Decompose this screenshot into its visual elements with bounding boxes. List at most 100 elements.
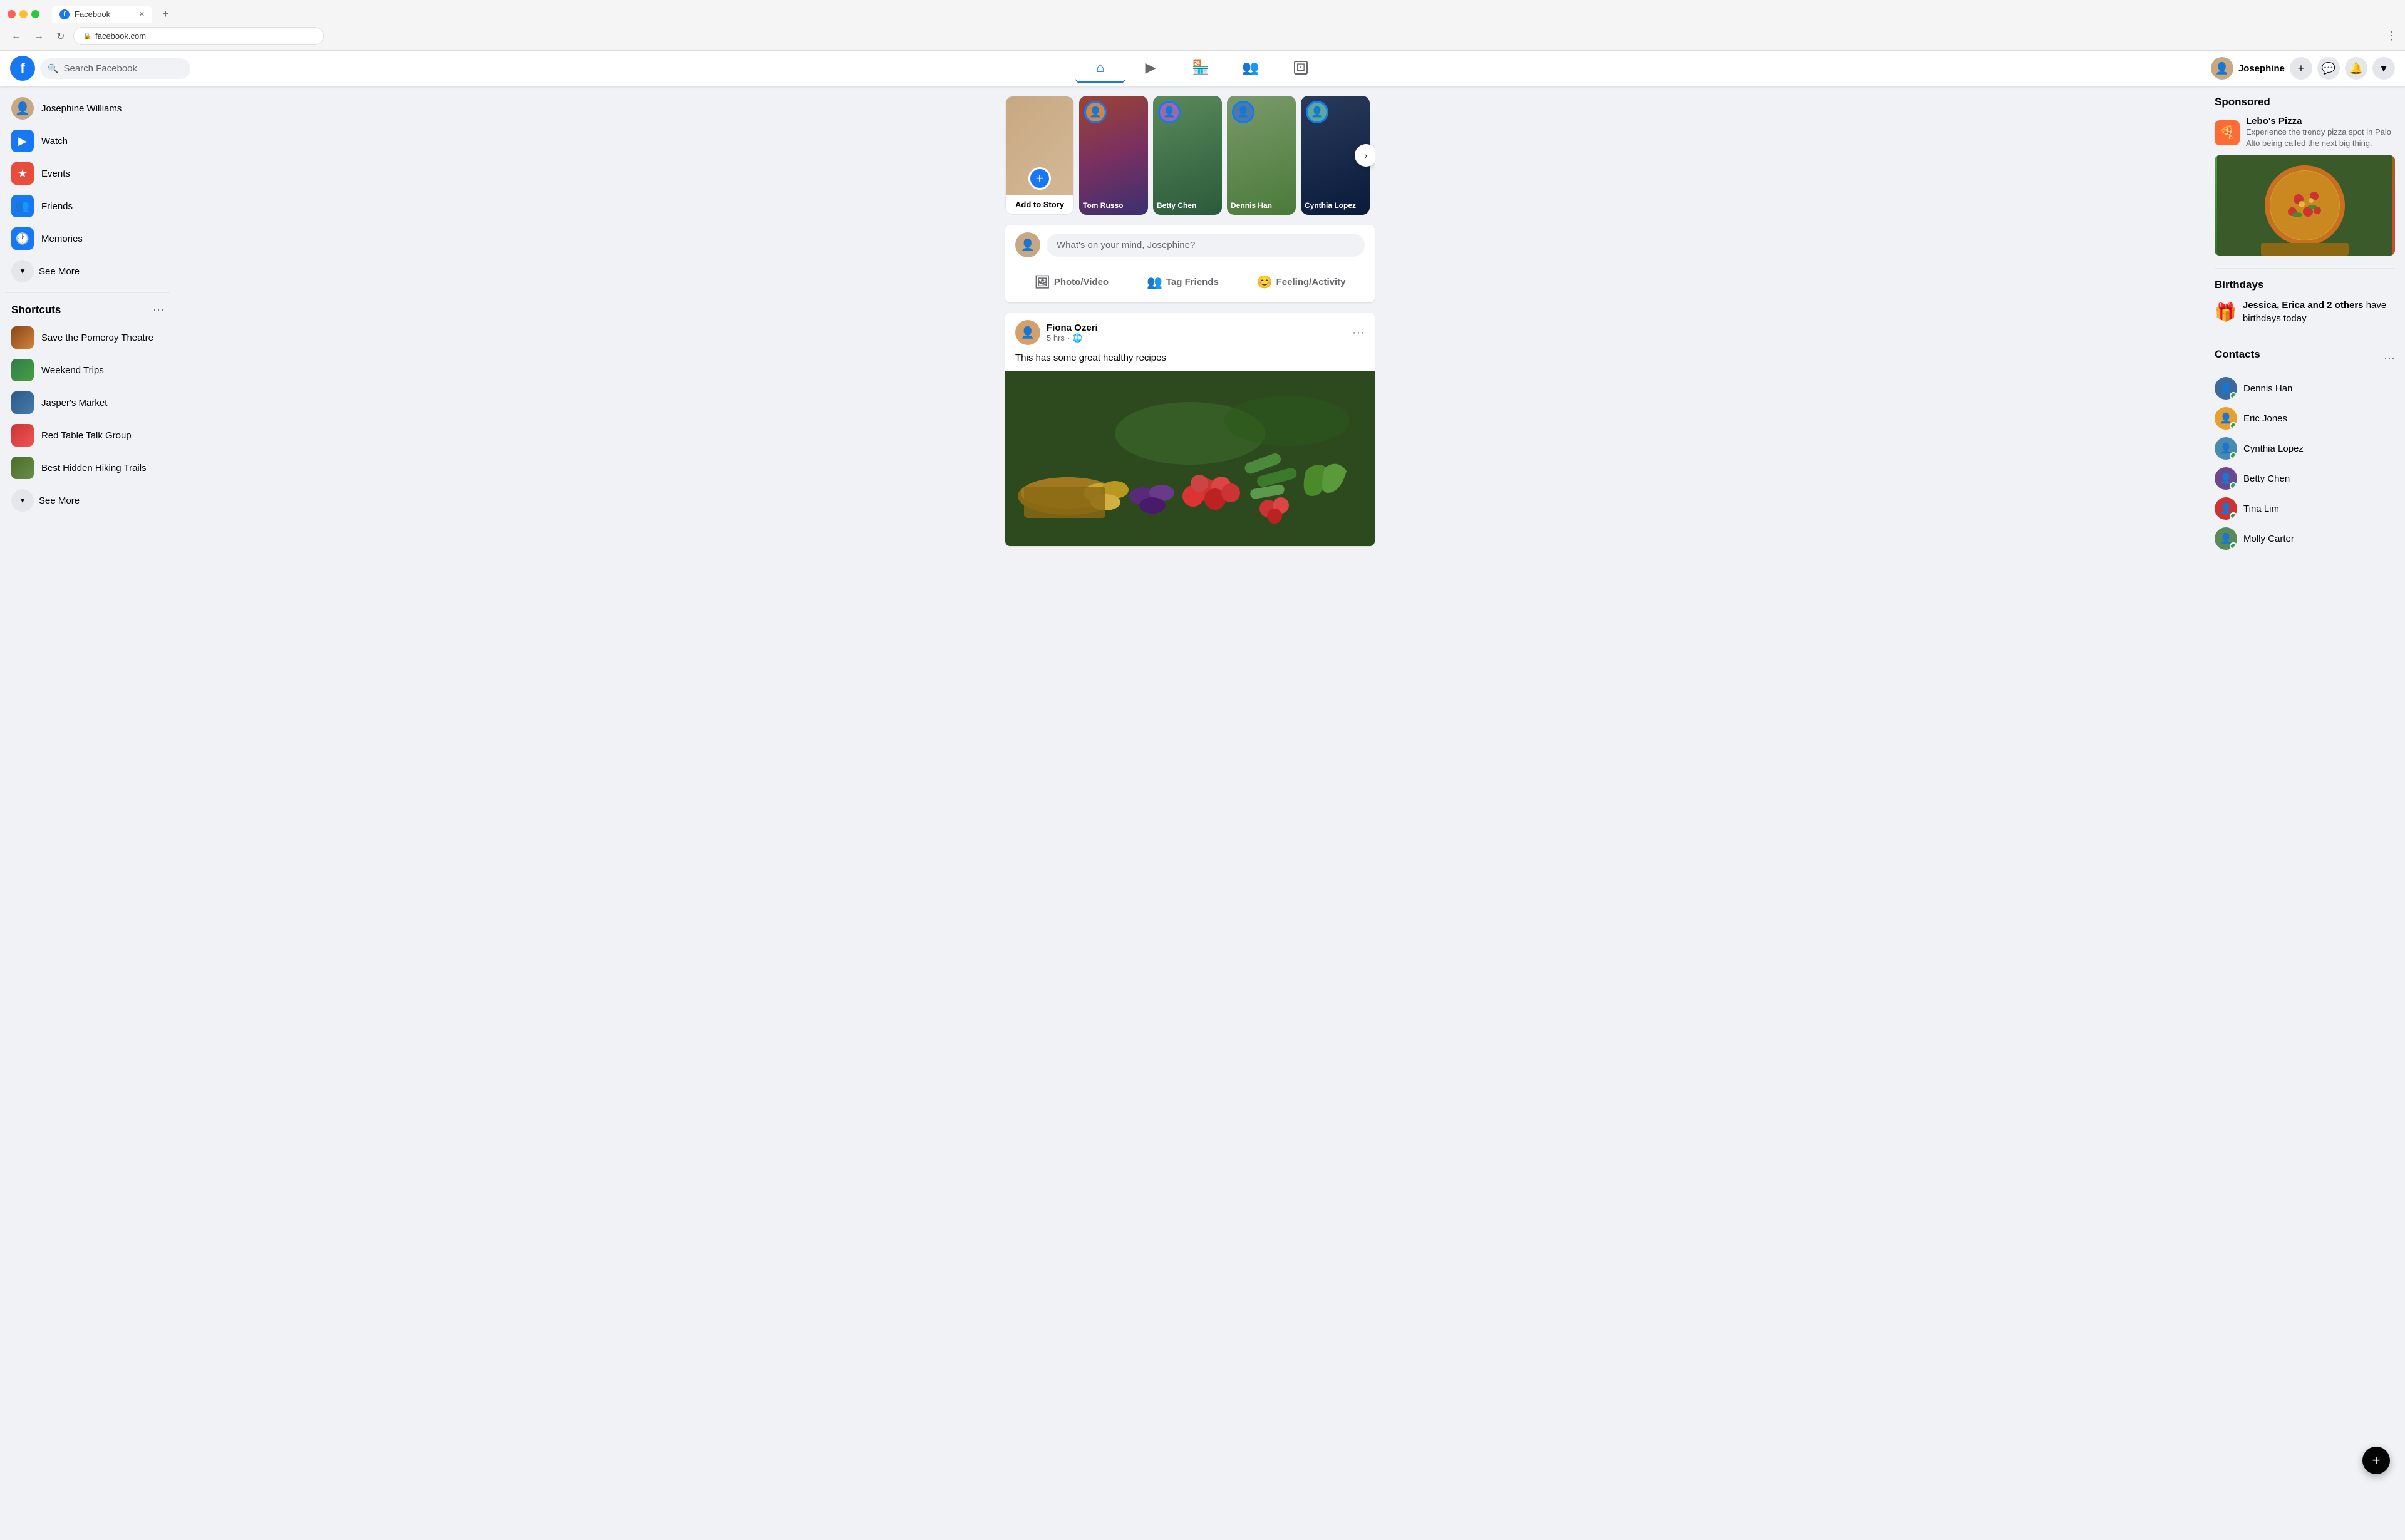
watch-icon: ▶ <box>11 130 34 152</box>
birthday-item: 🎁 Jessica, Erica and 2 others have birth… <box>2215 299 2395 325</box>
birthday-icon: 🎁 <box>2215 302 2237 323</box>
facebook-app: f 🔍 Search Facebook ⌂ ▶ 🏪 👥 ⊡ <box>0 51 2405 1540</box>
post-image-fiona <box>1005 371 1375 546</box>
sidebar-item-memories[interactable]: 🕐 Memories <box>5 222 170 255</box>
contact-avatar-betty: 👤 <box>2215 467 2237 490</box>
shortcuts-see-more-icon: ▾ <box>11 489 34 512</box>
stories-next-button[interactable]: › <box>1355 144 1375 167</box>
nav-marketplace-button[interactable]: 🏪 <box>1176 53 1226 83</box>
post-more-button[interactable]: ··· <box>1352 326 1365 340</box>
add-button[interactable]: + <box>2290 57 2312 80</box>
events-icon: ★ <box>11 162 34 185</box>
shortcut-weekend[interactable]: Weekend Trips <box>5 354 170 386</box>
back-button[interactable]: ← <box>8 28 25 44</box>
account-menu-button[interactable]: ▾ <box>2372 57 2395 80</box>
sponsored-title: Sponsored <box>2215 96 2395 108</box>
nav-groups-button[interactable]: 👥 <box>1226 53 1276 83</box>
feeling-activity-button[interactable]: 😊 Feeling/Activity <box>1247 269 1356 295</box>
sidebar-item-events[interactable]: ★ Events <box>5 157 170 190</box>
tag-friends-button[interactable]: 👥 Tag Friends <box>1137 269 1229 295</box>
story-name-cynthia: Cynthia Lopez <box>1305 201 1366 210</box>
new-tab-button[interactable]: + <box>157 5 174 23</box>
story-add-card[interactable]: + Add to Story <box>1005 96 1074 215</box>
stories-row: + Add to Story 👤 Tom Russo 👤 Betty Chen <box>1005 96 1375 215</box>
contact-avatar-eric: 👤 <box>2215 407 2237 430</box>
sidebar-watch-label: Watch <box>41 136 68 147</box>
contact-molly[interactable]: 👤 Molly Carter <box>2215 524 2395 554</box>
close-dot[interactable] <box>8 10 16 18</box>
new-chat-fab[interactable]: + <box>2362 1447 2390 1474</box>
composer-avatar: 👤 <box>1015 232 1040 257</box>
contact-tina[interactable]: 👤 Tina Lim <box>2215 494 2395 524</box>
contact-online-eric <box>2230 422 2237 430</box>
sidebar-events-label: Events <box>41 168 70 179</box>
feeling-label: Feeling/Activity <box>1276 277 1346 287</box>
left-sidebar: 👤 Josephine Williams ▶ Watch ★ Events 👥 … <box>0 86 175 1540</box>
sidebar-friends-label: Friends <box>41 201 73 212</box>
url-bar[interactable]: 🔒 facebook.com <box>73 27 324 45</box>
sidebar-see-more-button[interactable]: ▾ See More <box>5 255 170 287</box>
maximize-dot[interactable] <box>31 10 39 18</box>
search-bar[interactable]: 🔍 Search Facebook <box>40 58 190 79</box>
story-card-dennis[interactable]: 👤 Dennis Han <box>1227 96 1296 215</box>
ad-image-svg <box>2215 155 2395 256</box>
notifications-button[interactable]: 🔔 <box>2345 57 2367 80</box>
marketplace-icon: 🏪 <box>1192 59 1209 76</box>
browser-chrome: f Facebook ✕ + ← → ↻ 🔒 facebook.com ⋮ <box>0 0 2405 51</box>
messenger-button[interactable]: 💬 <box>2317 57 2340 80</box>
post-privacy-icon: 🌐 <box>1072 333 1082 343</box>
post-fiona: 👤 Fiona Ozeri 5 hrs · 🌐 ··· This has som… <box>1005 313 1375 546</box>
facebook-logo-f: f <box>20 60 24 76</box>
right-sidebar: Sponsored 🍕 Lebo's Pizza Experience the … <box>2205 86 2405 1540</box>
contact-cynthia[interactable]: 👤 Cynthia Lopez <box>2215 433 2395 463</box>
browser-more-button[interactable]: ⋮ <box>2386 29 2397 43</box>
refresh-button[interactable]: ↻ <box>53 28 68 45</box>
forward-button[interactable]: → <box>30 28 48 44</box>
navbar-user[interactable]: 👤 Josephine <box>2211 57 2285 80</box>
post-header-fiona: 👤 Fiona Ozeri 5 hrs · 🌐 ··· <box>1005 313 1375 353</box>
contact-name-eric: Eric Jones <box>2243 413 2287 424</box>
post-author-fiona: Fiona Ozeri <box>1047 323 1346 333</box>
nav-pages-button[interactable]: ⊡ <box>1276 53 1326 83</box>
sidebar-item-watch[interactable]: ▶ Watch <box>5 125 170 157</box>
tab-close-button[interactable]: ✕ <box>139 10 145 18</box>
contact-eric[interactable]: 👤 Eric Jones <box>2215 403 2395 433</box>
tag-friends-label: Tag Friends <box>1166 277 1219 287</box>
story-name-dennis: Dennis Han <box>1231 201 1292 210</box>
contact-online-betty <box>2230 482 2237 490</box>
sidebar-item-friends[interactable]: 👥 Friends <box>5 190 170 222</box>
nav-home-button[interactable]: ⌂ <box>1075 53 1125 83</box>
ad-icon: 🍕 <box>2215 120 2240 145</box>
contacts-title: Contacts <box>2215 348 2260 361</box>
ad-image[interactable] <box>2215 155 2395 256</box>
post-input[interactable]: What's on your mind, Josephine? <box>1047 234 1365 257</box>
story-card-tom[interactable]: 👤 Tom Russo <box>1079 96 1148 215</box>
browser-tab[interactable]: f Facebook ✕ <box>52 6 152 23</box>
post-meta-fiona: 5 hrs · 🌐 <box>1047 333 1346 343</box>
shortcut-hiking[interactable]: Best Hidden Hiking Trails <box>5 452 170 484</box>
contact-dennis[interactable]: 👤 Dennis Han <box>2215 373 2395 403</box>
contact-online-tina <box>2230 512 2237 520</box>
composer-top: 👤 What's on your mind, Josephine? <box>1015 232 1365 257</box>
friends-icon: 👥 <box>11 195 34 217</box>
story-card-betty[interactable]: 👤 Betty Chen <box>1153 96 1222 215</box>
contact-name-cynthia: Cynthia Lopez <box>2243 443 2304 454</box>
sidebar-item-profile[interactable]: 👤 Josephine Williams <box>5 92 170 125</box>
story-add-image-area: + <box>1006 96 1073 195</box>
contact-name-dennis: Dennis Han <box>2243 383 2292 394</box>
minimize-dot[interactable] <box>19 10 28 18</box>
memories-icon: 🕐 <box>11 227 34 250</box>
facebook-logo[interactable]: f <box>10 56 35 81</box>
shortcut-redtable[interactable]: Red Table Talk Group <box>5 419 170 452</box>
shortcuts-see-more-button[interactable]: ▾ See More <box>5 484 170 517</box>
shortcut-pomeroy[interactable]: Save the Pomeroy Theatre <box>5 321 170 354</box>
contact-avatar-cynthia: 👤 <box>2215 437 2237 460</box>
contacts-more-icon[interactable]: ··· <box>2384 352 2395 365</box>
search-icon: 🔍 <box>48 63 58 74</box>
shortcuts-more-icon[interactable]: ··· <box>153 303 164 316</box>
nav-video-button[interactable]: ▶ <box>1125 53 1176 83</box>
contact-betty[interactable]: 👤 Betty Chen <box>2215 463 2395 494</box>
shortcut-jasper[interactable]: Jasper's Market <box>5 386 170 419</box>
ad-desc: Experience the trendy pizza spot in Palo… <box>2246 127 2395 149</box>
photo-video-button[interactable]: 🖼 Photo/Video <box>1024 269 1119 295</box>
